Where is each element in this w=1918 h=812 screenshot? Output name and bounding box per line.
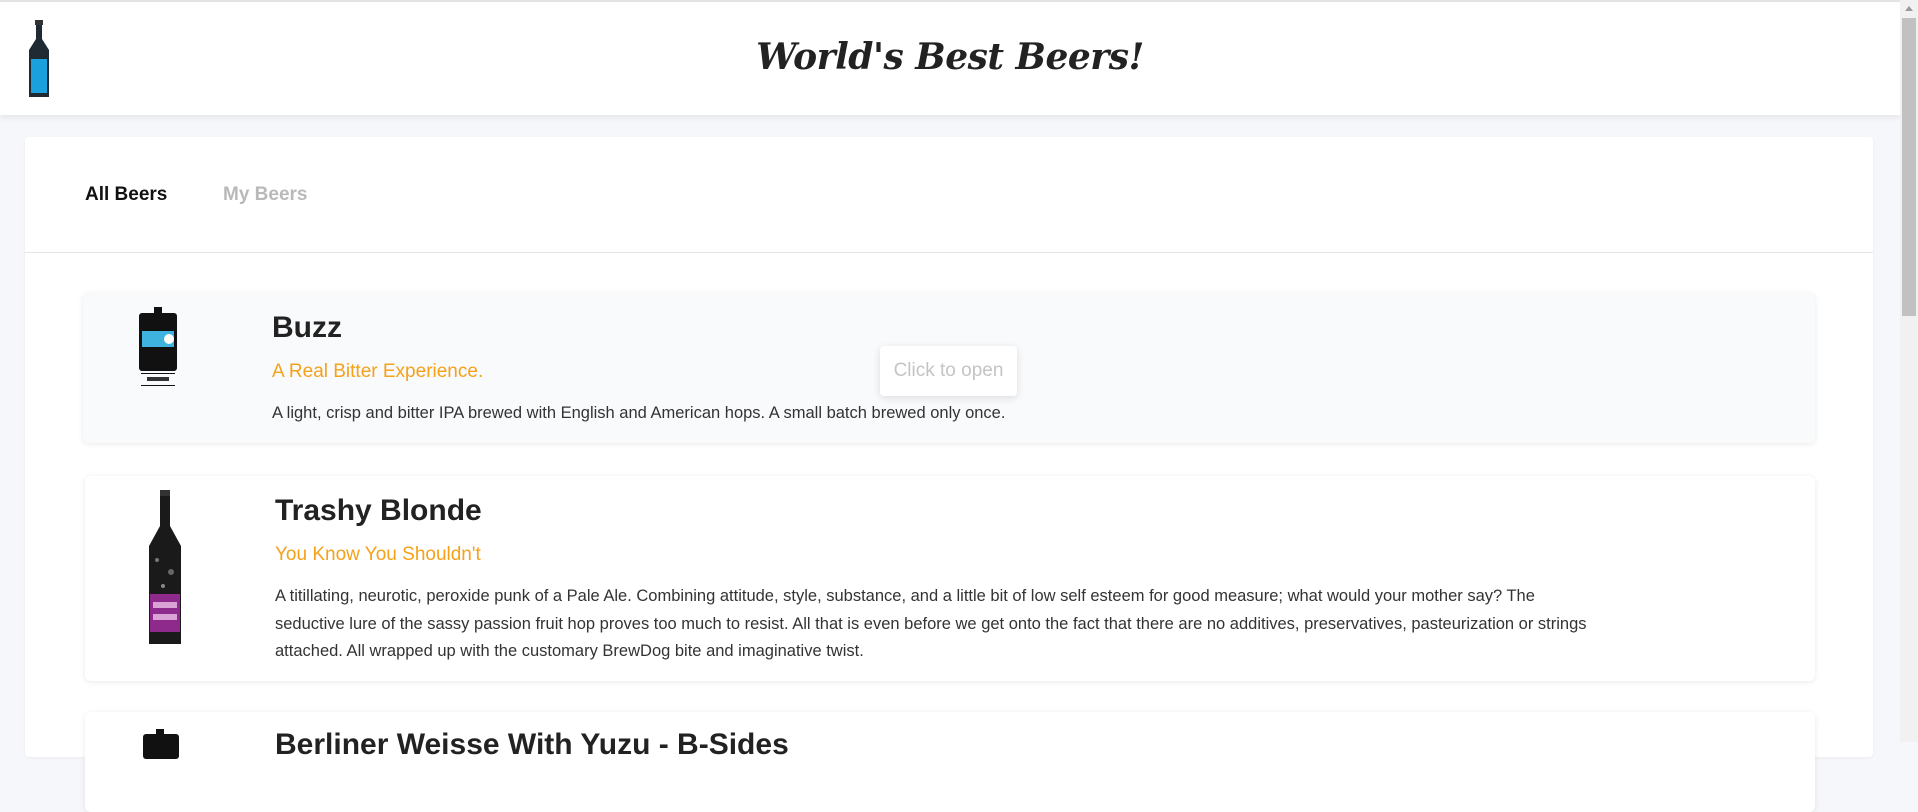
beer-name: Trashy Blonde	[275, 494, 482, 527]
beer-name: Berliner Weisse With Yuzu - B-Sides	[275, 728, 789, 761]
beer-tagline: A Real Bitter Experience.	[272, 361, 484, 382]
beer-description: A titillating, neurotic, peroxide punk o…	[275, 587, 1587, 660]
click-to-open-tooltip: Click to open	[880, 346, 1017, 396]
beer-name: Buzz	[272, 311, 342, 344]
main-panel: All Beers My Beers Buzz A Real Bitter Ex…	[25, 137, 1873, 812]
beer-keg-icon	[143, 729, 179, 759]
tab-bar: All Beers My Beers	[25, 137, 1873, 253]
vertical-scrollbar[interactable]	[1900, 0, 1918, 742]
site-header: World's Best Beers!	[0, 2, 1900, 115]
tab-my-beers[interactable]: My Beers	[223, 184, 308, 206]
scrollbar-thumb[interactable]	[1902, 18, 1916, 316]
beer-tagline: You Know You Shouldn't	[275, 544, 481, 565]
beer-keg-icon	[139, 307, 177, 386]
beer-bottle-icon	[149, 490, 181, 644]
scroll-up-arrow-icon[interactable]	[1905, 6, 1913, 11]
beer-description: A light, crisp and bitter IPA brewed wit…	[272, 404, 1006, 422]
tab-all-beers[interactable]: All Beers	[85, 184, 167, 206]
beer-card[interactable]: Berliner Weisse With Yuzu - B-Sides	[85, 712, 1815, 812]
site-title: World's Best Beers!	[756, 36, 1144, 78]
beer-card[interactable]: Trashy Blonde You Know You Shouldn't A t…	[85, 476, 1815, 681]
